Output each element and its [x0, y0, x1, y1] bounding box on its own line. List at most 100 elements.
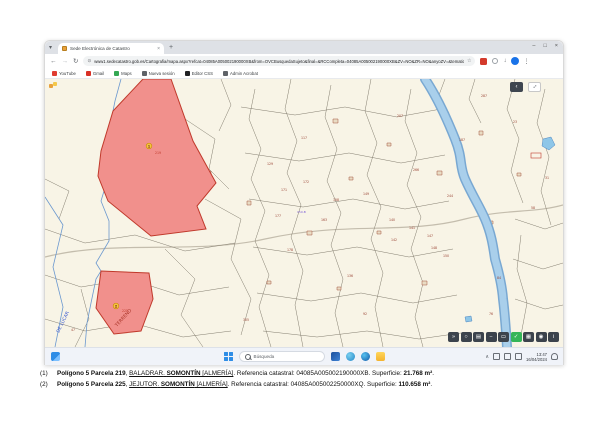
highlighted-parcela-225[interactable] [96, 271, 153, 334]
map-tool-layers[interactable]: ▤ [473, 332, 484, 342]
bookmark-label: YouTube [59, 71, 76, 76]
tab-search-icon[interactable]: ▾ [49, 45, 52, 51]
map-toolbar: »○▤−▭✓▦◉i [448, 332, 559, 342]
maximize-button[interactable]: □ [543, 43, 546, 49]
reload-icon[interactable]: ↻ [73, 57, 78, 65]
map-label: 129 [267, 162, 273, 166]
caption-block: (1) Polígono 5 Parcela 219, BALADRAR. SO… [40, 368, 580, 390]
notifications-icon[interactable] [551, 353, 558, 360]
map-label: 150 [443, 254, 449, 258]
menu-kebab-icon[interactable]: ⋮ [523, 58, 529, 65]
caption-segment: [ALMERÍA] [195, 381, 228, 388]
map-label: 147 [427, 234, 433, 238]
map-label: 31 [545, 176, 549, 180]
map-tool-print[interactable]: ▭ [498, 332, 509, 342]
bookmark-favicon [114, 71, 119, 76]
taskbar-search[interactable]: Búsqueda [239, 351, 325, 362]
map-tool-info[interactable]: i [548, 332, 559, 342]
bookmark-favicon [52, 71, 57, 76]
bookmark-item[interactable]: Maps [114, 71, 132, 76]
caption-segment: SOMONTÍN [167, 370, 201, 377]
extensions-icon[interactable] [492, 58, 498, 64]
map-label: 47 [71, 328, 75, 332]
bookmark-label: Gmail [93, 71, 104, 76]
pond [465, 316, 472, 322]
highlighted-parcela-219[interactable] [98, 79, 216, 236]
fullscreen-button[interactable]: ↕ [528, 82, 541, 92]
url-text: www1.sedecatastro.gob.es/Cartografia/map… [94, 59, 464, 64]
volume-icon[interactable] [515, 353, 522, 360]
start-button[interactable] [224, 352, 233, 361]
onedrive-icon[interactable] [493, 353, 500, 360]
caption-segment: JEJUTOR [129, 381, 157, 388]
downloads-icon[interactable]: ↓ [503, 58, 506, 64]
collapse-panel-button[interactable]: ‹ [510, 82, 523, 92]
site-settings-icon[interactable]: ⊙ [87, 58, 91, 64]
bookmark-label: Nueva sesión [149, 71, 175, 76]
map-canvas: 12192225 TERRENODE LUCAR1711721581491401… [45, 79, 563, 347]
tray-chevron-icon[interactable]: ∧ [485, 354, 489, 360]
caption-segment: . [430, 381, 432, 388]
folder-icon[interactable] [376, 352, 385, 361]
file-explorer-icon[interactable] [331, 352, 340, 361]
cadastral-map[interactable]: 12192225 TERRENODE LUCAR1711721581491401… [45, 79, 563, 347]
river [425, 79, 507, 347]
red-annotation-box [531, 153, 541, 158]
map-label: 187 [459, 138, 465, 142]
new-tab-button[interactable]: + [169, 44, 173, 52]
caption-segment: [ALMERÍA] [201, 370, 234, 377]
map-label: 163 [321, 218, 327, 222]
tab-close-icon[interactable]: × [157, 46, 160, 52]
forward-icon[interactable]: → [62, 58, 69, 65]
legend-corner-icon[interactable] [49, 82, 59, 91]
bookmark-item[interactable]: Nueva sesión [142, 71, 175, 76]
extension-icon-red[interactable] [480, 58, 487, 65]
taskbar-clock[interactable]: 13:47 16/04/2024 [526, 352, 547, 362]
bookmark-favicon [185, 71, 190, 76]
edge-icon[interactable] [361, 352, 370, 361]
close-button[interactable]: × [555, 43, 558, 49]
map-tool-zoom-out[interactable]: − [486, 332, 497, 342]
caption-marker: (1) [40, 368, 52, 379]
map-tool-confirm[interactable]: ✓ [511, 332, 522, 342]
map-label: 76 [489, 312, 493, 316]
window-controls: – □ × [532, 43, 558, 49]
map-tool-grid[interactable]: ▦ [523, 332, 534, 342]
bookmark-item[interactable]: Gmail [86, 71, 104, 76]
caption-segment: . Referencia catastral: 04085A0050022500… [228, 381, 399, 388]
back-icon[interactable]: ← [50, 58, 57, 65]
teams-icon[interactable] [346, 352, 355, 361]
bookmark-item[interactable]: Editor CSS [185, 71, 213, 76]
network-icon[interactable] [504, 353, 511, 360]
minimize-button[interactable]: – [532, 43, 535, 49]
bookmark-favicon [142, 71, 147, 76]
map-label: 287 [481, 94, 487, 98]
map-label: 92 [363, 312, 367, 316]
map-label: 172 [303, 180, 309, 184]
tab-title: Sede Electrónica de Catastro [70, 46, 154, 51]
caption-marker: (2) [40, 379, 52, 390]
map-tool-street-view[interactable]: ◉ [536, 332, 547, 342]
caption-segment: . Referencia catastral: 04085A0050021900… [233, 370, 403, 377]
bookmark-favicon [223, 71, 228, 76]
map-label: DE LUCAR [55, 310, 71, 334]
url-bar[interactable]: ⊙ www1.sedecatastro.gob.es/Cartografia/m… [83, 56, 475, 66]
map-label: 58 [531, 206, 535, 210]
map-label: 136 [347, 274, 353, 278]
bookmark-item[interactable]: YouTube [52, 71, 76, 76]
bookmark-label: Editor CSS [192, 71, 213, 76]
bookmark-star-icon[interactable]: ☆ [467, 58, 471, 64]
caption-segment: 21.768 m² [404, 370, 433, 377]
bookmarks-bar: YouTube Gmail Maps Nueva sesión Editor CSS Ad… [45, 68, 563, 79]
map-label: 244 [447, 194, 453, 198]
catastro-favicon [62, 46, 67, 51]
profile-avatar[interactable] [511, 57, 519, 65]
map-tool-zoom-search[interactable]: ○ [461, 332, 472, 342]
highlighted-parcels: 12192225 [96, 79, 216, 334]
map-label: 207 [397, 114, 403, 118]
browser-tab[interactable]: Sede Electrónica de Catastro × [58, 43, 164, 54]
bookmark-item[interactable]: Admin Acrobat [223, 71, 258, 76]
map-tool-expand-tools[interactable]: » [448, 332, 459, 342]
caption-text: Polígono 5 Parcela 225, JEJUTOR. SOMONTÍ… [57, 379, 432, 390]
screenshot-window: ▾ Sede Electrónica de Catastro × + – □ ×… [44, 40, 564, 365]
